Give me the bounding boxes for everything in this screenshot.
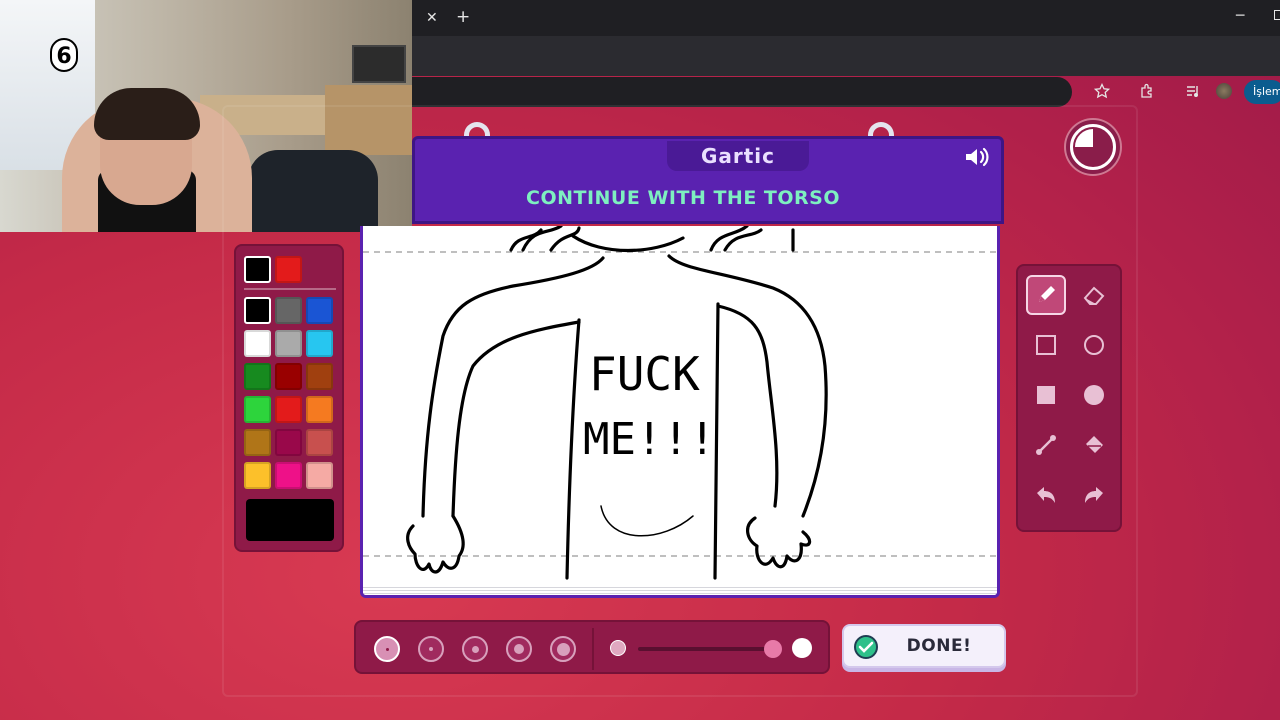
palette-color-swatch[interactable] xyxy=(275,462,302,489)
profile-button[interactable]: İşlem xyxy=(1244,80,1280,104)
maximize-window-icon[interactable] xyxy=(1274,10,1280,20)
palette-color-swatch[interactable] xyxy=(306,363,333,390)
palette-color-swatch[interactable] xyxy=(275,330,302,357)
opacity-slider-handle[interactable] xyxy=(764,640,782,658)
drawing-canvas[interactable]: FUCK ME!!! xyxy=(360,226,1000,598)
brush-size-4[interactable] xyxy=(506,636,532,662)
palette-color-swatch[interactable] xyxy=(306,429,333,456)
drawing-notebook: Gartic CONTINUE WITH THE TORSO FUCK ME!!… xyxy=(354,122,1006,606)
palette-color-swatch[interactable] xyxy=(244,363,271,390)
new-tab-icon[interactable]: + xyxy=(456,9,470,26)
brush-size-3[interactable] xyxy=(462,636,488,662)
extensions-icon[interactable] xyxy=(1139,83,1155,103)
webcam-person-hair xyxy=(94,88,200,140)
webcam-laptop xyxy=(352,45,406,83)
tool-panel xyxy=(1016,264,1122,532)
rectangle-filled-tool-icon[interactable] xyxy=(1026,375,1066,415)
circle-filled-tool-icon[interactable] xyxy=(1074,375,1114,415)
close-tab-icon[interactable]: ✕ xyxy=(426,11,438,25)
counter-badge: 6 xyxy=(50,38,78,72)
circle-outline-tool-icon[interactable] xyxy=(1074,325,1114,365)
palette-color-swatch[interactable] xyxy=(306,396,333,423)
palette-color-swatch[interactable] xyxy=(244,429,271,456)
palette-divider xyxy=(244,288,336,290)
brush-size-5[interactable] xyxy=(550,636,576,662)
brush-size-1[interactable] xyxy=(374,636,400,662)
address-bar[interactable] xyxy=(412,77,1072,107)
minimize-window-icon[interactable]: ─ xyxy=(1236,9,1244,23)
opacity-high-icon xyxy=(792,638,812,658)
palette-color-swatch[interactable] xyxy=(275,297,302,324)
notebook-header: Gartic CONTINUE WITH THE TORSO xyxy=(412,136,1004,224)
brush-size-2[interactable] xyxy=(418,636,444,662)
palette-color-swatch[interactable] xyxy=(244,396,271,423)
pencil-tool-icon[interactable] xyxy=(1026,275,1066,315)
drawing-prompt: CONTINUE WITH THE TORSO xyxy=(526,187,840,209)
sound-icon[interactable] xyxy=(963,145,993,173)
drawing-strokes: FUCK ME!!! xyxy=(363,226,997,580)
rectangle-outline-tool-icon[interactable] xyxy=(1026,325,1066,365)
palette-color-swatch[interactable] xyxy=(275,363,302,390)
palette-color-swatch[interactable] xyxy=(244,330,271,357)
profile-avatar-icon[interactable] xyxy=(1216,83,1232,99)
drawing-text-line2: ME!!! xyxy=(583,414,715,465)
palette-color-swatch[interactable] xyxy=(244,462,271,489)
opacity-slider-track[interactable] xyxy=(638,647,778,651)
opacity-low-icon xyxy=(610,640,626,656)
drawing-text-line1: FUCK xyxy=(589,347,700,401)
brush-bar-divider xyxy=(592,628,594,670)
media-controls-icon[interactable] xyxy=(1185,83,1201,103)
palette-color-swatch[interactable] xyxy=(306,297,333,324)
color-palette xyxy=(234,244,344,552)
palette-color-swatch[interactable] xyxy=(275,396,302,423)
round-timer-icon xyxy=(1066,120,1120,174)
gartic-logo: Gartic xyxy=(667,141,809,171)
selected-color-preview xyxy=(246,499,334,541)
palette-color-swatch[interactable] xyxy=(275,429,302,456)
recent-color-swatch[interactable] xyxy=(275,256,302,283)
fill-bucket-tool-icon[interactable] xyxy=(1074,425,1114,465)
palette-color-swatch[interactable] xyxy=(306,462,333,489)
eraser-tool-icon[interactable] xyxy=(1074,275,1114,315)
done-button[interactable]: DONE! xyxy=(842,624,1006,668)
recent-color-swatch[interactable] xyxy=(244,256,271,283)
undo-icon[interactable] xyxy=(1026,475,1066,515)
line-tool-icon[interactable] xyxy=(1026,425,1066,465)
palette-color-swatch[interactable] xyxy=(244,297,271,324)
redo-icon[interactable] xyxy=(1074,475,1114,515)
palette-color-swatch[interactable] xyxy=(306,330,333,357)
brush-options-bar xyxy=(354,620,830,674)
done-button-label: DONE! xyxy=(906,636,972,656)
bookmark-star-icon[interactable] xyxy=(1093,82,1111,103)
